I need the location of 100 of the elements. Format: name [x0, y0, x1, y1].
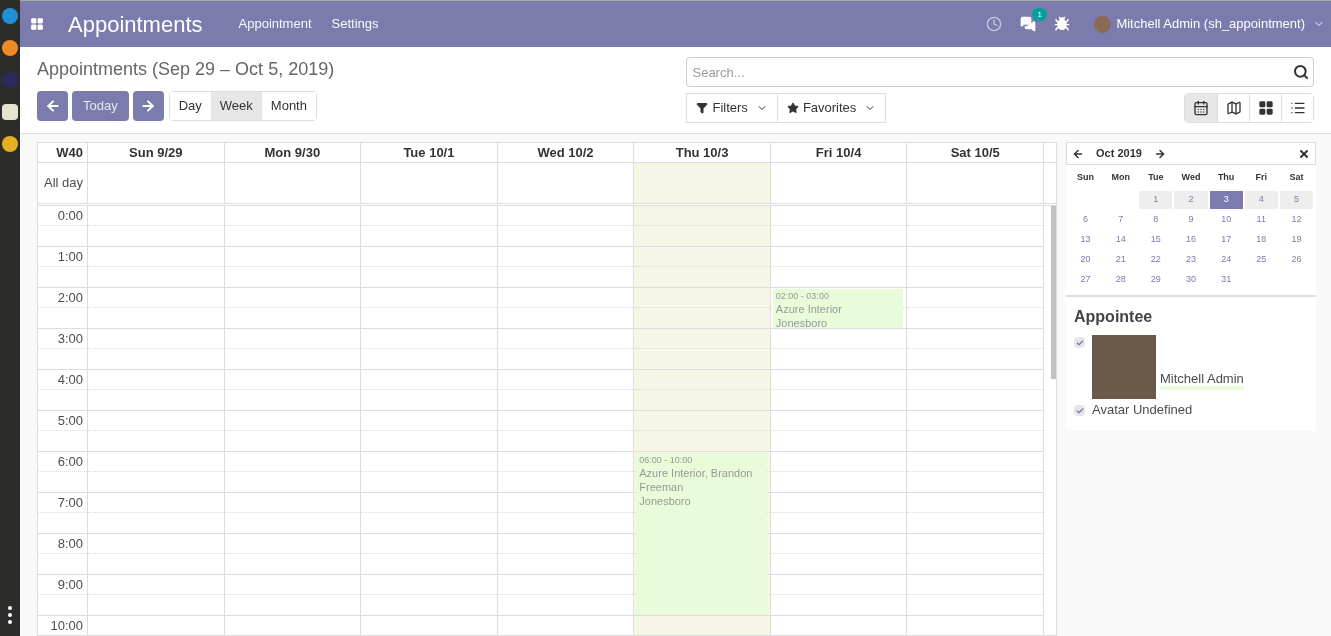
clock-icon[interactable] [986, 16, 1003, 32]
next-button[interactable] [132, 91, 164, 121]
day-header: Mon 9/30 [224, 143, 362, 163]
photo-placeholder [1092, 335, 1156, 399]
day-cell[interactable]: 25 [1244, 251, 1278, 269]
weekday-label: Mon [1110, 171, 1131, 184]
breadcrumb-title: Appointments (Sep 29 – Oct 5, 2019) [37, 58, 336, 81]
day-cell[interactable]: 4 [1244, 191, 1278, 209]
app-icon[interactable] [2, 8, 18, 24]
day-cell[interactable]: 15 [1139, 231, 1173, 249]
event-location: Jonesboro [639, 494, 692, 508]
right-arrow-icon[interactable] [1153, 147, 1166, 160]
user-menu[interactable]: Mitchell Admin (sh_appointment) [1116, 14, 1325, 34]
message-count: 1 [1032, 8, 1047, 21]
previous-button[interactable] [37, 91, 68, 121]
day-cell[interactable]: 19 [1279, 231, 1313, 249]
map-icon [1225, 100, 1242, 116]
menu-item[interactable]: Appointment [238, 14, 312, 34]
app-icon[interactable] [2, 136, 18, 152]
apps-dots-icon[interactable] [8, 606, 12, 624]
apps-menu-icon[interactable] [30, 17, 44, 31]
bug-icon[interactable] [1054, 16, 1071, 32]
close-icon[interactable] [1298, 147, 1310, 160]
day-cell[interactable]: 5 [1279, 191, 1313, 209]
day-cell[interactable]: 13 [1069, 231, 1103, 249]
day-cell[interactable]: 26 [1279, 251, 1313, 269]
day-cell[interactable]: 6 [1069, 211, 1103, 229]
filters-button[interactable]: Filters [686, 93, 778, 123]
weekday-label: Sun [1076, 171, 1096, 184]
day-cell[interactable]: 3 [1209, 191, 1243, 209]
weekday-label: Sat [1288, 171, 1305, 184]
day-cell[interactable]: 16 [1174, 231, 1208, 249]
day-cell[interactable]: 24 [1209, 251, 1243, 269]
view-switch-button[interactable] [1281, 94, 1313, 122]
day-cell[interactable]: 23 [1174, 251, 1208, 269]
day-cell[interactable]: 21 [1104, 251, 1138, 269]
view-switch-button[interactable] [1185, 94, 1217, 122]
check-icon [1075, 338, 1084, 347]
hour-label: 9:00 [38, 575, 87, 595]
day-cell[interactable]: 28 [1104, 271, 1138, 289]
event-location: Jonesboro [775, 316, 829, 328]
search-icon[interactable] [1293, 64, 1309, 80]
all-day-label: All day [38, 163, 88, 203]
day-cell[interactable]: 30 [1174, 271, 1208, 289]
scrollbar[interactable] [1051, 206, 1056, 379]
day-cell[interactable]: 20 [1069, 251, 1103, 269]
hour-label: 7:00 [38, 493, 87, 513]
day-cell[interactable]: 18 [1244, 231, 1278, 249]
today-button[interactable]: Today [72, 91, 129, 121]
day-cell[interactable]: 17 [1209, 231, 1243, 249]
checkbox[interactable] [1074, 337, 1085, 348]
event-time: 06:00 - 10:00 [639, 454, 694, 466]
hour-label: 5:00 [38, 411, 87, 431]
day-cell[interactable]: 2 [1174, 191, 1208, 209]
day-cell[interactable]: 8 [1139, 211, 1173, 229]
day-header: Sun 9/29 [88, 143, 225, 163]
weekday-label: Tue [1147, 171, 1165, 184]
hour-label: 10:00 [38, 616, 87, 635]
day-cell[interactable]: 14 [1104, 231, 1138, 249]
day-cell[interactable]: 10 [1209, 211, 1243, 229]
day-header: Sat 10/5 [907, 143, 1044, 163]
event-time: 02:00 - 03:00 [775, 290, 830, 302]
day-cell[interactable]: 9 [1174, 211, 1208, 229]
weekday-label: Fri [1254, 171, 1269, 184]
day-cell[interactable]: 31 [1209, 271, 1243, 289]
appointee-heading: Appointee [1074, 307, 1154, 327]
menu-item[interactable]: Settings [331, 14, 379, 34]
calendar-event[interactable]: 06:00 - 10:00 Azure Interior, Brandon Freeman Jonesboro [636, 453, 767, 615]
day-header: Wed 10/2 [497, 143, 635, 163]
user-avatar [1094, 15, 1112, 33]
day-cell[interactable]: 1 [1139, 191, 1173, 209]
appointee-name: Avatar Undefined [1092, 403, 1193, 417]
day-cell[interactable]: 11 [1244, 211, 1278, 229]
chat-icon[interactable] [1020, 16, 1037, 32]
app-icon[interactable] [2, 104, 18, 120]
appointee-name: Mitchell Admin [1160, 372, 1244, 390]
day-cell[interactable]: 27 [1069, 271, 1103, 289]
day-cell[interactable]: 29 [1139, 271, 1173, 289]
hour-label: 3:00 [38, 329, 87, 349]
favorites-button[interactable]: Favorites [777, 93, 887, 123]
left-arrow-icon[interactable] [1072, 147, 1084, 160]
hour-label: 1:00 [38, 247, 87, 267]
hour-label: 4:00 [38, 370, 87, 390]
star-icon [786, 102, 799, 114]
search-field[interactable]: Search... [686, 57, 1314, 87]
event-title: Azure Interior [775, 302, 843, 316]
day-cell[interactable]: 22 [1139, 251, 1173, 269]
week-number: W40 [38, 143, 88, 163]
checkbox[interactable] [1074, 405, 1085, 416]
day-cell[interactable]: 7 [1104, 211, 1138, 229]
calendar-event[interactable]: 02:00 - 03:00 Azure Interior Jonesboro [772, 289, 904, 328]
app-title: Appointments [68, 10, 203, 39]
day-cell[interactable]: 12 [1279, 211, 1313, 229]
app-icon[interactable] [2, 40, 18, 56]
check-icon [1075, 406, 1084, 415]
all-day-cell[interactable] [634, 163, 771, 203]
month-title: Oct 2019 [1096, 146, 1142, 162]
weekday-label: Thu [1216, 171, 1236, 184]
list-icon [1289, 100, 1306, 116]
scale-tab[interactable]: Week [210, 92, 262, 120]
